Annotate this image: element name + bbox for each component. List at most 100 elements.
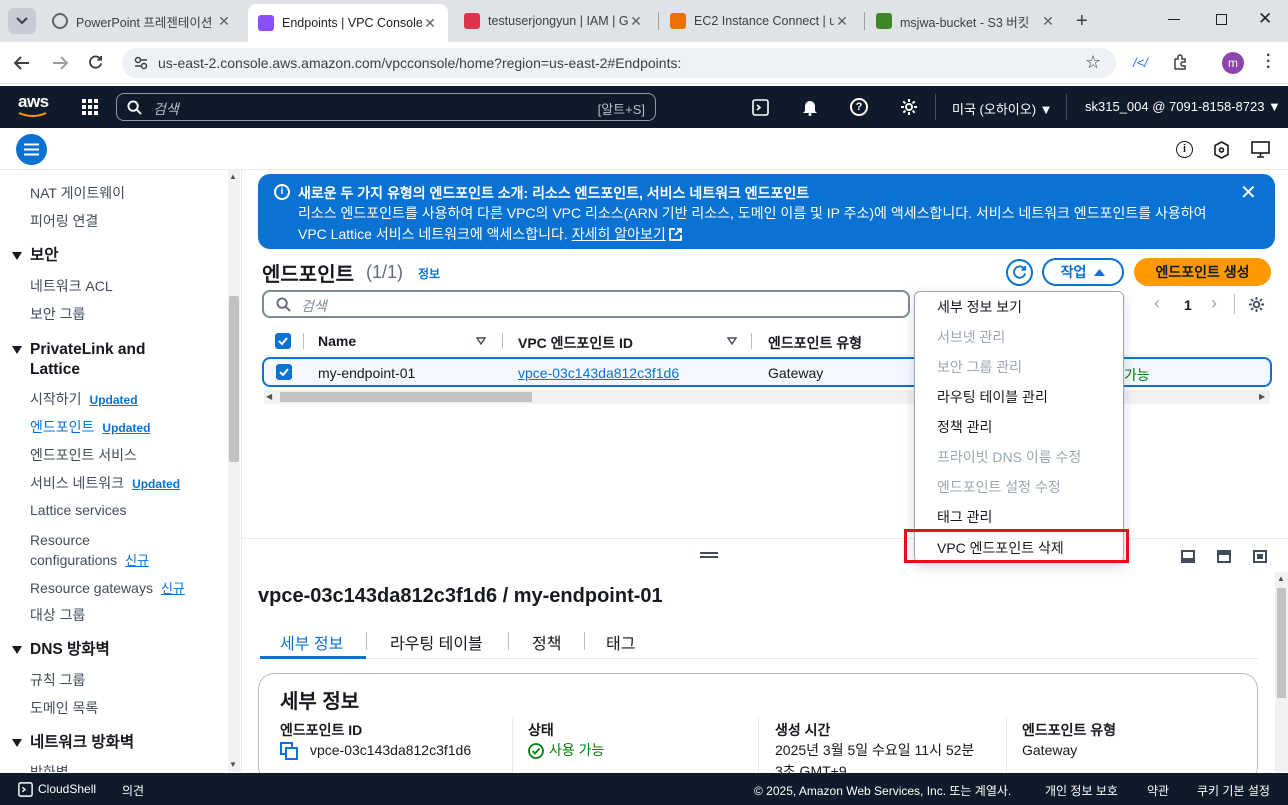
settings-gear-icon[interactable]: [900, 98, 918, 116]
help-icon[interactable]: ?: [850, 98, 868, 116]
learn-more-link[interactable]: 자세히 알아보기: [572, 226, 666, 242]
site-info-icon[interactable]: [134, 56, 148, 70]
cell-endpoint-id-link[interactable]: vpce-03c143da812c3f1d6: [518, 365, 679, 381]
refresh-button[interactable]: [1006, 259, 1033, 286]
minimize-window-icon[interactable]: [1168, 19, 1180, 20]
tab-route-tables[interactable]: 라우팅 테이블: [390, 630, 483, 654]
dismiss-close-icon[interactable]: ✕: [1240, 180, 1257, 205]
browser-tab-ec2[interactable]: EC2 Instance Connect | us ✕: [660, 6, 860, 36]
sidebar-section-dns-firewall[interactable]: DNS 방화벽: [12, 640, 110, 660]
sidebar-item-rule-groups[interactable]: 규칙 그룹: [30, 670, 85, 690]
sidebar-item-resource-gateways[interactable]: Resource gateways 신규: [30, 578, 185, 597]
sidebar-scrollbar-thumb[interactable]: [229, 296, 239, 462]
sort-caret-icon[interactable]: [727, 337, 737, 345]
terms-link[interactable]: 약관: [1147, 782, 1169, 799]
tab-tags[interactable]: 태그: [606, 630, 635, 654]
select-all-checkbox[interactable]: [275, 333, 291, 349]
main-scrollbar-thumb[interactable]: [1277, 588, 1286, 698]
sidebar-item-network-acl[interactable]: 네트워크 ACL: [30, 276, 113, 296]
sidebar-section-privatelink[interactable]: PrivateLink and Lattice: [12, 340, 145, 380]
cloudshell-icon[interactable]: [752, 99, 769, 116]
sort-caret-icon[interactable]: [476, 337, 486, 345]
aws-logo[interactable]: aws: [18, 92, 50, 118]
close-icon[interactable]: ✕: [422, 15, 438, 32]
browser-tab-iam[interactable]: testuserjongyun | IAM | G ✕: [454, 6, 654, 36]
security-shield-icon[interactable]: [1213, 141, 1230, 159]
maximize-window-icon[interactable]: [1216, 14, 1227, 25]
sidebar-item-domain-lists[interactable]: 도메인 목록: [30, 698, 98, 718]
feedback-link[interactable]: 의견: [122, 782, 144, 799]
browser-tab-vpc-endpoints[interactable]: Endpoints | VPC Console ✕: [248, 4, 448, 42]
scroll-up-arrow-icon[interactable]: ▲: [229, 172, 237, 181]
close-icon[interactable]: ✕: [1040, 13, 1056, 30]
actions-dropdown-button[interactable]: 작업: [1042, 258, 1124, 286]
new-tab-plus-icon[interactable]: +: [1076, 10, 1088, 33]
sidebar-item-endpoints[interactable]: 엔드포인트 Updated: [30, 417, 150, 437]
sidebar-item-getting-started[interactable]: 시작하기 Updated: [30, 389, 138, 409]
sidebar-item-nat-gateways[interactable]: NAT 게이트웨이: [30, 183, 125, 203]
column-header-name[interactable]: Name: [318, 333, 356, 349]
reload-icon[interactable]: [88, 55, 103, 70]
bookmark-star-icon[interactable]: ☆: [1085, 52, 1101, 73]
feedback-screen-icon[interactable]: [1251, 141, 1270, 158]
scroll-left-arrow-icon[interactable]: ◀: [266, 392, 272, 401]
info-link[interactable]: 정보: [418, 265, 440, 282]
services-grid-icon[interactable]: [82, 99, 98, 115]
browser-tab-s3[interactable]: msjwa-bucket - S3 버킷 ✕: [866, 6, 1066, 36]
pagination-prev-icon[interactable]: ‹: [1154, 293, 1160, 314]
cloudshell-link[interactable]: CloudShell: [38, 782, 96, 796]
menu-item-manage-tags[interactable]: 태그 관리: [937, 507, 992, 527]
sidebar-item-endpoint-services[interactable]: 엔드포인트 서비스: [30, 445, 137, 465]
tab-details[interactable]: 세부 정보: [280, 630, 343, 654]
pagination-next-icon[interactable]: ›: [1211, 293, 1217, 314]
close-icon[interactable]: ✕: [628, 13, 644, 30]
sidebar-scrollbar[interactable]: [228, 170, 240, 772]
menu-item-manage-route-tables[interactable]: 라우팅 테이블 관리: [937, 387, 1048, 407]
close-icon[interactable]: ✕: [216, 13, 232, 30]
pagination-page-number[interactable]: 1: [1184, 297, 1192, 313]
menu-item-manage-policy[interactable]: 정책 관리: [937, 417, 992, 437]
extension-translate-icon[interactable]: /</: [1133, 55, 1148, 70]
copy-icon[interactable]: [280, 741, 298, 760]
profile-avatar[interactable]: m: [1222, 52, 1244, 74]
region-selector[interactable]: 미국 (오하이오) ▼: [952, 99, 1053, 118]
sidebar-item-service-networks[interactable]: 서비스 네트워크 Updated: [30, 473, 180, 493]
close-icon[interactable]: ✕: [834, 13, 850, 30]
side-navigation-toggle[interactable]: [16, 134, 47, 165]
tab-search-button[interactable]: [8, 8, 36, 34]
cloudshell-icon[interactable]: [18, 782, 33, 797]
table-scrollbar-thumb[interactable]: [280, 392, 532, 402]
column-header-endpoint-id[interactable]: VPC 엔드포인트 ID: [518, 333, 633, 353]
panel-bottom-layout-icon[interactable]: [1181, 550, 1195, 563]
tab-policy[interactable]: 정책: [532, 630, 561, 654]
create-endpoint-button[interactable]: 엔드포인트 생성: [1134, 258, 1271, 286]
scroll-down-arrow-icon[interactable]: ▼: [229, 760, 237, 769]
url-text[interactable]: us-east-2.console.aws.amazon.com/vpccons…: [158, 55, 681, 71]
scroll-up-arrow-icon[interactable]: ▲: [1277, 574, 1285, 583]
back-arrow-icon[interactable]: [14, 56, 30, 70]
sidebar-section-security[interactable]: 보안: [12, 246, 59, 266]
browser-menu-kebab-icon[interactable]: · · ·: [1266, 48, 1271, 76]
sidebar-section-network-firewall[interactable]: 네트워크 방화벽: [12, 733, 134, 753]
aws-search-input[interactable]: 검색 [알트+S]: [116, 93, 656, 121]
table-preferences-gear-icon[interactable]: [1248, 296, 1265, 313]
sidebar-item-firewalls[interactable]: 방화벽: [30, 762, 69, 772]
sidebar-item-target-groups[interactable]: 대상 그룹: [30, 605, 85, 625]
forward-arrow-icon[interactable]: [52, 56, 68, 70]
sidebar-item-security-groups[interactable]: 보안 그룹: [30, 304, 85, 324]
resize-handle-icon[interactable]: [700, 552, 718, 558]
close-window-icon[interactable]: ✕: [1258, 9, 1272, 29]
menu-item-view-details[interactable]: 세부 정보 보기: [937, 297, 1022, 317]
sidebar-item-resource-configurations[interactable]: Resource configurations 신규: [30, 530, 149, 571]
account-menu[interactable]: sk315_004 @ 7091-8158-8723 ▼: [1085, 99, 1281, 114]
sidebar-item-peering[interactable]: 피어링 연결: [30, 211, 98, 231]
extensions-puzzle-icon[interactable]: [1172, 54, 1188, 70]
privacy-link[interactable]: 개인 정보 보호: [1045, 782, 1118, 799]
browser-tab-powerpoint[interactable]: PowerPoint 프레젠테이션 ✕: [42, 6, 242, 36]
scroll-right-arrow-icon[interactable]: ▶: [1259, 392, 1265, 401]
panel-full-layout-icon[interactable]: [1253, 550, 1267, 563]
cookie-preferences-link[interactable]: 쿠키 기본 설정: [1197, 782, 1270, 799]
notifications-bell-icon[interactable]: [802, 98, 818, 116]
column-header-endpoint-type[interactable]: 엔드포인트 유형: [768, 333, 862, 353]
info-panel-icon[interactable]: i: [1176, 141, 1193, 158]
